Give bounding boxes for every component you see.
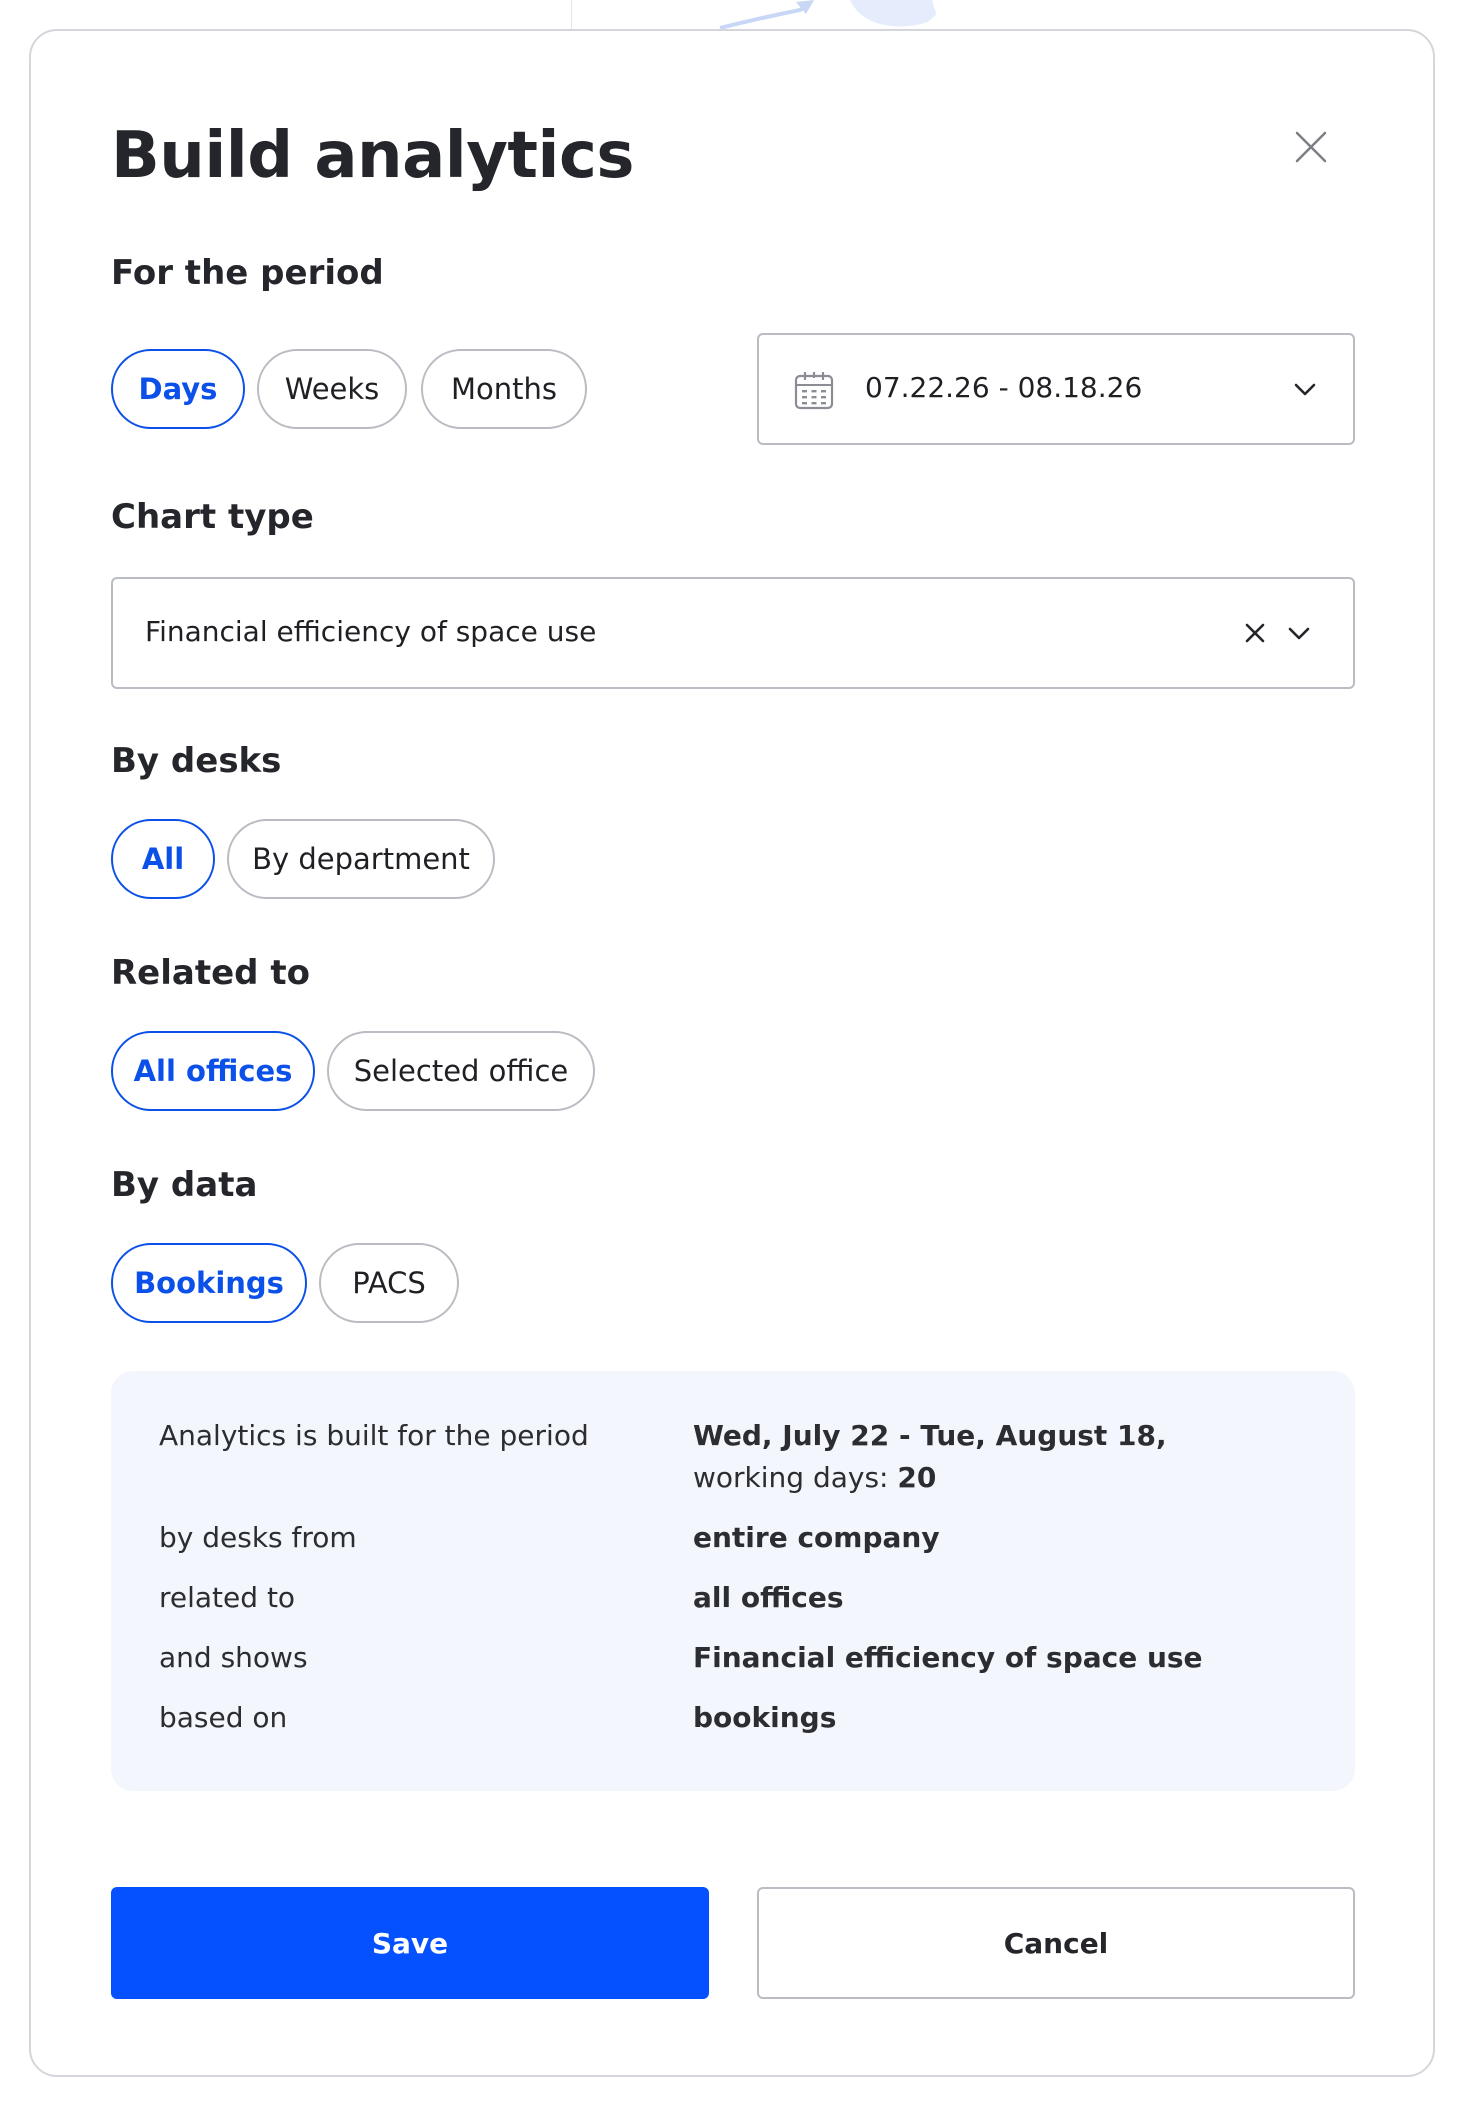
working-days-label: working days: [693, 1461, 898, 1494]
analytics-summary-panel: Analytics is built for the period Wed, J… [111, 1371, 1355, 1791]
date-range-picker[interactable]: 07.22.26 - 08.18.26 [757, 333, 1355, 445]
working-days-count: 20 [897, 1461, 937, 1494]
summary-value-desks: entire company [693, 1521, 940, 1554]
background-divider [571, 0, 572, 30]
related-to-section-title: Related to [111, 953, 310, 993]
chart-type-section-title: Chart type [111, 497, 314, 537]
summary-label-desks: by desks from [159, 1521, 357, 1554]
date-range-value: 07.22.26 - 08.18.26 [865, 371, 1143, 404]
background-chart-icon [719, 0, 952, 30]
summary-working-days: working days: 20 [693, 1461, 936, 1494]
summary-label-period: Analytics is built for the period [159, 1419, 589, 1452]
by-data-section-title: By data [111, 1165, 258, 1205]
summary-value-period: Wed, July 22 - Tue, August 18, [693, 1419, 1167, 1452]
summary-label-shows: and shows [159, 1641, 308, 1674]
summary-value-based-on: bookings [693, 1701, 837, 1734]
summary-label-based-on: based on [159, 1701, 288, 1734]
chart-type-value: Financial efficiency of space use [145, 615, 597, 648]
close-icon [1295, 131, 1327, 163]
data-option-pacs[interactable]: PACS [319, 1243, 459, 1323]
desks-option-by-department[interactable]: By department [227, 819, 495, 899]
related-option-selected-office[interactable]: Selected office [327, 1031, 595, 1111]
period-section-title: For the period [111, 253, 384, 293]
dialog-title: Build analytics [111, 119, 634, 193]
clear-icon[interactable] [1241, 619, 1269, 647]
cancel-button[interactable]: Cancel [757, 1887, 1355, 1999]
summary-value-shows: Financial efficiency of space use [693, 1641, 1203, 1674]
close-button[interactable] [1291, 127, 1331, 167]
period-option-days[interactable]: Days [111, 349, 245, 429]
data-option-bookings[interactable]: Bookings [111, 1243, 307, 1323]
summary-value-related: all offices [693, 1581, 844, 1614]
save-button[interactable]: Save [111, 1887, 709, 1999]
period-option-weeks[interactable]: Weeks [257, 349, 407, 429]
desks-option-all[interactable]: All [111, 819, 215, 899]
period-option-months[interactable]: Months [421, 349, 587, 429]
calendar-icon [793, 369, 835, 411]
by-desks-section-title: By desks [111, 741, 282, 781]
summary-label-related: related to [159, 1581, 296, 1614]
chevron-down-icon [1291, 375, 1319, 403]
background-chart-decoration [560, 0, 1080, 30]
related-option-all-offices[interactable]: All offices [111, 1031, 315, 1111]
chevron-down-icon [1285, 619, 1313, 647]
build-analytics-dialog: Build analytics For the period Days Week… [29, 29, 1435, 2077]
chart-type-select[interactable]: Financial efficiency of space use [111, 577, 1355, 689]
